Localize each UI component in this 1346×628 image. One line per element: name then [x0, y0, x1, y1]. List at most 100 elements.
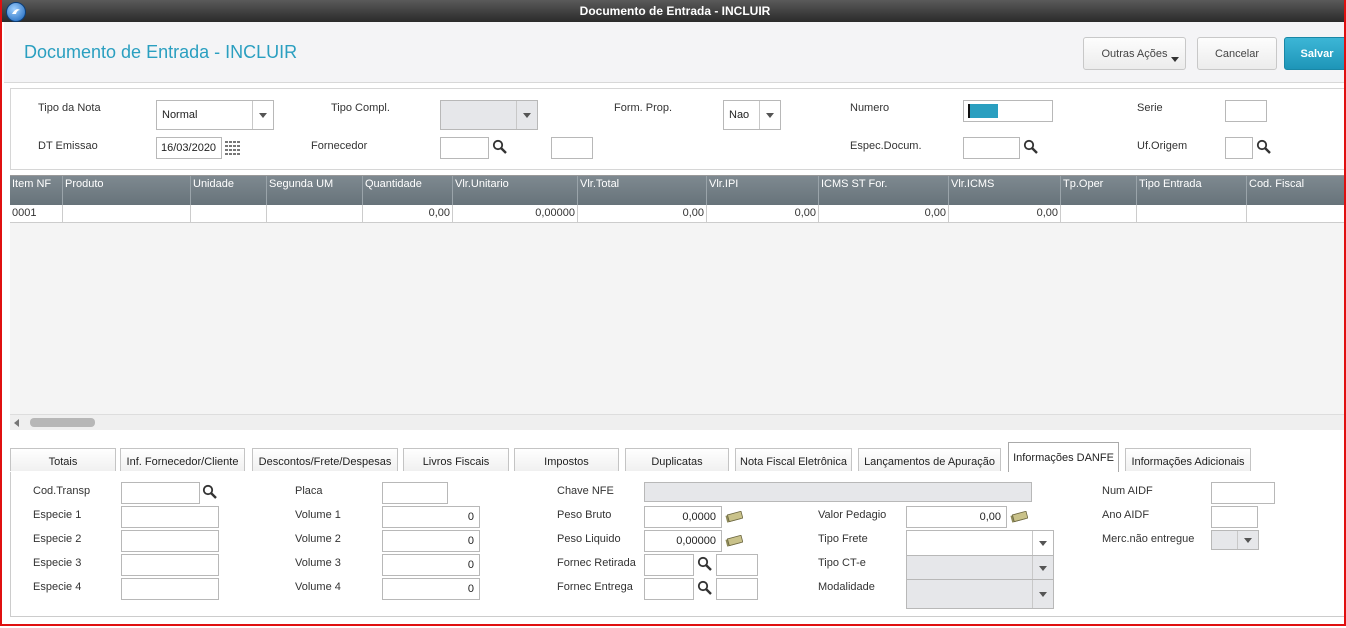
column-header[interactable]: ICMS ST For. [818, 176, 948, 205]
chave-nfe-input[interactable] [644, 482, 1032, 502]
column-header[interactable]: Item NF [10, 176, 62, 205]
column-header[interactable]: Vlr.ICMS [948, 176, 1060, 205]
especie4-input[interactable] [121, 578, 219, 600]
table-cell[interactable]: 0,00 [362, 205, 452, 222]
tab-duplicatas[interactable]: Duplicatas [625, 448, 729, 471]
num-aidf-input[interactable] [1211, 482, 1275, 504]
fornecedor-input[interactable] [440, 137, 489, 159]
column-header[interactable]: Segunda UM [266, 176, 362, 205]
tab-totais[interactable]: Totais [10, 448, 116, 471]
tipo-compl-select[interactable] [440, 100, 538, 130]
modalidade-select[interactable] [906, 579, 1054, 609]
fornecedor-loja-input[interactable] [551, 137, 593, 159]
tipo-frete-select[interactable] [906, 530, 1054, 556]
tab-nota-fiscal-eletronica[interactable]: Nota Fiscal Eletrônica [735, 448, 852, 471]
outras-acoes-button[interactable]: Outras Ações [1083, 37, 1186, 70]
column-header[interactable]: Produto [62, 176, 190, 205]
search-icon[interactable] [697, 556, 713, 572]
serie-input[interactable] [1225, 100, 1267, 122]
volume1-input[interactable]: 0 [382, 506, 480, 528]
especie3-input[interactable] [121, 554, 219, 576]
volume3-input[interactable]: 0 [382, 554, 480, 576]
column-header[interactable]: Unidade [190, 176, 266, 205]
tab-descontos[interactable]: Descontos/Frete/Despesas [252, 448, 398, 471]
chevron-down-icon[interactable] [252, 101, 273, 129]
chevron-down-icon[interactable] [516, 101, 537, 129]
chevron-down-icon[interactable] [1032, 556, 1053, 580]
search-icon[interactable] [697, 580, 713, 596]
column-header[interactable]: Vlr.Total [577, 176, 706, 205]
fornec-entrega-input[interactable] [644, 578, 694, 600]
table-cell[interactable] [190, 205, 266, 222]
chevron-down-icon[interactable] [1032, 531, 1053, 555]
numero-input[interactable] [963, 100, 1053, 122]
tab-inf-fornecedor[interactable]: Inf. Fornecedor/Cliente [120, 448, 245, 471]
modalidade-label: Modalidade [818, 581, 875, 593]
peso-bruto-label: Peso Bruto [557, 509, 612, 521]
column-header[interactable]: Cod. Fiscal [1246, 176, 1344, 205]
volume2-input[interactable]: 0 [382, 530, 480, 552]
money-icon[interactable] [725, 511, 743, 523]
table-cell[interactable]: 0,00000 [452, 205, 577, 222]
table-cell[interactable]: 0,00 [706, 205, 818, 222]
tab-livros-fiscais[interactable]: Livros Fiscais [403, 448, 509, 471]
tab-impostos[interactable]: Impostos [514, 448, 619, 471]
peso-liquido-input[interactable]: 0,00000 [644, 530, 722, 552]
fornec-retirada-loja-input[interactable] [716, 554, 758, 576]
header-form: Tipo da Nota Normal Tipo Compl. Form. Pr… [10, 88, 1344, 170]
table-cell[interactable]: 0,00 [818, 205, 948, 222]
column-header[interactable]: Vlr.IPI [706, 176, 818, 205]
tab-informacoes-danfe[interactable]: Informações DANFE [1008, 442, 1119, 472]
column-header[interactable]: Vlr.Unitario [452, 176, 577, 205]
table-row[interactable]: 0001 0,00 0,00000 0,00 0,00 0,00 0,00 [10, 205, 1344, 223]
table-cell[interactable]: 0,00 [948, 205, 1060, 222]
search-icon[interactable] [1256, 139, 1272, 155]
chevron-down-icon[interactable] [1237, 531, 1258, 549]
table-cell[interactable] [1060, 205, 1136, 222]
app-logo-icon[interactable] [6, 2, 26, 22]
search-icon[interactable] [492, 139, 508, 155]
chevron-down-icon[interactable] [1032, 580, 1053, 608]
table-cell[interactable] [62, 205, 190, 222]
table-cell[interactable] [1246, 205, 1344, 222]
valor-pedagio-input[interactable]: 0,00 [906, 506, 1007, 528]
arrow-left-icon[interactable] [14, 419, 19, 427]
especie2-input[interactable] [121, 530, 219, 552]
uf-origem-input[interactable] [1225, 137, 1253, 159]
placa-input[interactable] [382, 482, 448, 504]
column-header[interactable]: Tp.Oper [1060, 176, 1136, 205]
table-cell[interactable] [1136, 205, 1246, 222]
search-icon[interactable] [1023, 139, 1039, 155]
money-icon[interactable] [1010, 511, 1028, 523]
merc-nao-entregue-select[interactable] [1211, 530, 1259, 550]
cancel-button[interactable]: Cancelar [1197, 37, 1277, 70]
horizontal-scrollbar[interactable] [10, 414, 1344, 430]
table-cell[interactable] [266, 205, 362, 222]
peso-bruto-input[interactable]: 0,0000 [644, 506, 722, 528]
tab-lancamentos[interactable]: Lançamentos de Apuração [858, 448, 1001, 471]
tab-informacoes-adicionais[interactable]: Informações Adicionais [1125, 448, 1251, 471]
ano-aidf-input[interactable] [1211, 506, 1258, 528]
table-cell[interactable]: 0001 [10, 205, 62, 222]
fornec-entrega-loja-input[interactable] [716, 578, 758, 600]
especie1-input[interactable] [121, 506, 219, 528]
fornec-retirada-input[interactable] [644, 554, 694, 576]
scrollbar-thumb[interactable] [30, 418, 95, 427]
page-title: Documento de Entrada - INCLUIR [24, 42, 298, 62]
calendar-icon[interactable] [225, 141, 241, 155]
search-icon[interactable] [202, 484, 218, 500]
volume4-input[interactable]: 0 [382, 578, 480, 600]
column-header[interactable]: Tipo Entrada [1136, 176, 1246, 205]
table-cell[interactable]: 0,00 [577, 205, 706, 222]
column-header[interactable]: Quantidade [362, 176, 452, 205]
save-button[interactable]: Salvar [1284, 37, 1344, 70]
chevron-down-icon[interactable] [759, 101, 780, 129]
form-prop-select[interactable]: Nao [723, 100, 781, 130]
dt-emissao-input[interactable]: 16/03/2020 [156, 137, 222, 159]
tipo-cte-select[interactable] [906, 555, 1054, 581]
tipo-nota-select[interactable]: Normal [156, 100, 274, 130]
cod-transp-input[interactable] [121, 482, 200, 504]
espec-docum-input[interactable] [963, 137, 1020, 159]
items-grid[interactable]: Item NF Produto Unidade Segunda UM Quant… [10, 175, 1344, 430]
money-icon[interactable] [725, 535, 743, 547]
